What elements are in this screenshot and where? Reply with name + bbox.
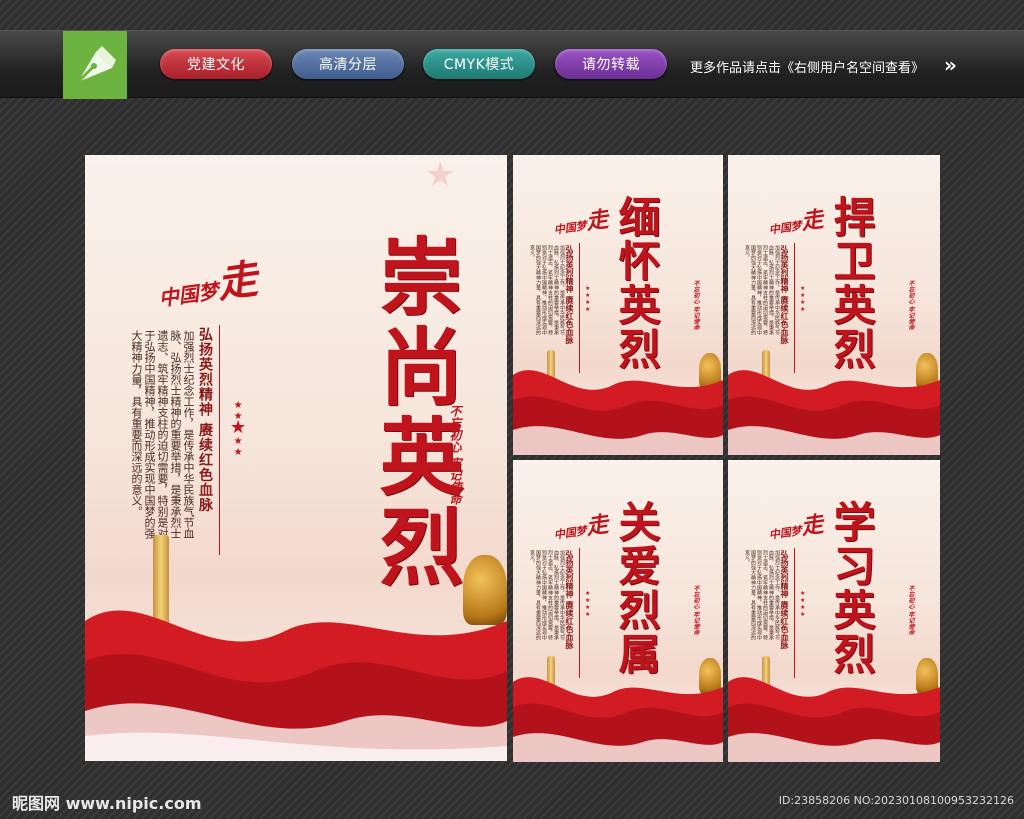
poster-small-4: 中国梦走 加强烈士纪念工作，是传承中华民族气节血脉、弘扬烈士精神的重要举措，是秉…: [728, 460, 940, 762]
poster-seal: 不忘初心 牢记使命: [692, 280, 699, 331]
poster-body-text: 加强烈士纪念工作，是传承中华民族气节血脉、弘扬烈士精神的重要举措，是秉承烈士遗志…: [529, 550, 565, 640]
red-silk-wave: [513, 677, 723, 762]
tag-no-repost[interactable]: 请勿转载: [555, 49, 667, 79]
china-dream-logo: 中国梦走: [153, 246, 260, 317]
poster-body-text: 加强烈士纪念工作，是传承中华民族气节血脉、弘扬烈士精神的重要举措，是秉承烈士遗志…: [529, 245, 565, 335]
site-watermark: 昵图网 www.nipic.com: [12, 794, 202, 813]
brand-prefix: 中国梦: [157, 278, 220, 311]
poster-small-2: 中国梦走 加强烈士纪念工作，是传承中华民族气节血脉、弘扬烈士精神的重要举措，是秉…: [728, 155, 940, 455]
poster-main: ★ 中国梦走 加强烈士纪念工作，是传承中华民族气节血脉、弘扬烈士精神的重要举措，…: [85, 155, 507, 761]
poster-title: 学习英烈: [827, 500, 876, 676]
brand-mark: 走: [799, 206, 825, 236]
poster-body-text: 加强烈士纪念工作，是传承中华民族气节血脉、弘扬烈士精神的重要举措，是秉承烈士遗志…: [130, 330, 195, 539]
poster-slogan: 弘扬英烈精神 赓续红色血脉: [197, 327, 213, 513]
poster-title: 关爱烈属: [612, 500, 661, 676]
pen-nib-logo-icon: [76, 46, 116, 84]
double-arrow-icon[interactable]: »: [944, 53, 957, 77]
top-banner: 党建文化 高清分层 CMYK模式 请勿转载 更多作品请点击《右侧用户名空间查看》…: [0, 30, 1024, 99]
brand-mark: 走: [584, 206, 610, 236]
divider-line: [219, 325, 220, 555]
china-dream-logo: 中国梦走: [551, 201, 610, 240]
red-silk-wave: [513, 370, 723, 455]
star-icon: ★: [425, 155, 456, 195]
red-silk-wave: [728, 370, 940, 455]
tag-cmyk-mode[interactable]: CMYK模式: [423, 49, 535, 79]
china-dream-logo: 中国梦走: [766, 201, 825, 240]
brand-prefix: 中国梦: [768, 524, 803, 542]
brand-prefix: 中国梦: [553, 524, 588, 542]
tag-party-culture[interactable]: 党建文化: [160, 49, 272, 79]
china-dream-logo: 中国梦走: [766, 506, 825, 545]
site-logo[interactable]: [63, 31, 127, 99]
tag-hd-layers[interactable]: 高清分层: [292, 49, 404, 79]
brand-prefix: 中国梦: [768, 219, 803, 237]
image-id-watermark: ID:23858206 NO:20230108100953232126: [778, 794, 1014, 807]
poster-seal: 不忘初心 牢记使命: [907, 585, 914, 636]
star-cluster-icon: ★ ★ ★ ★: [585, 590, 591, 618]
brand-mark: 走: [799, 511, 825, 541]
poster-seal: 不忘初心 牢记使命: [907, 280, 914, 331]
star-cluster-icon: ★ ★ ★ ★: [800, 285, 806, 313]
red-silk-wave: [85, 610, 507, 761]
poster-body-text: 加强烈士纪念工作，是传承中华民族气节血脉、弘扬烈士精神的重要举措，是秉承烈士遗志…: [744, 245, 780, 335]
poster-small-1: 中国梦走 加强烈士纪念工作，是传承中华民族气节血脉、弘扬烈士精神的重要举措，是秉…: [513, 155, 723, 455]
poster-seal: 不忘初心 牢记使命: [448, 405, 462, 506]
poster-small-3: 中国梦走 加强烈士纪念工作，是传承中华民族气节血脉、弘扬烈士精神的重要举措，是秉…: [513, 460, 723, 762]
star-cluster-icon: ★ ★ ★ ★ ★: [230, 400, 247, 458]
brand-prefix: 中国梦: [553, 219, 588, 237]
poster-seal: 不忘初心 牢记使命: [692, 585, 699, 636]
poster-body-text: 加强烈士纪念工作，是传承中华民族气节血脉、弘扬烈士精神的重要举措，是秉承烈士遗志…: [744, 550, 780, 640]
brand-mark: 走: [214, 255, 261, 308]
more-works-link[interactable]: 更多作品请点击《右侧用户名空间查看》: [690, 57, 924, 76]
china-dream-logo: 中国梦走: [551, 506, 610, 545]
brand-mark: 走: [584, 511, 610, 541]
star-cluster-icon: ★ ★ ★ ★: [585, 285, 591, 313]
red-silk-wave: [728, 677, 940, 762]
star-cluster-icon: ★ ★ ★ ★: [800, 590, 806, 618]
